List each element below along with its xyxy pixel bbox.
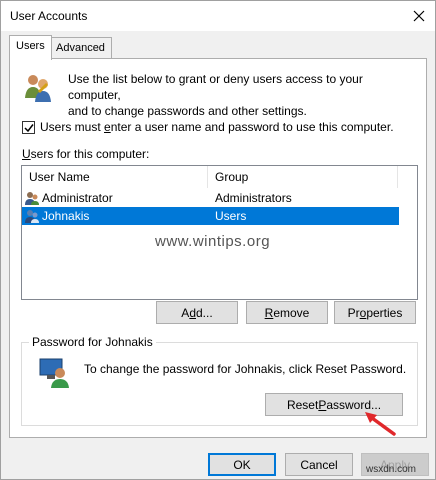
- ok-button[interactable]: OK: [208, 453, 276, 476]
- intro-line-2: and to change passwords and other settin…: [68, 104, 307, 118]
- password-instructions: To change the password for Johnakis, cli…: [84, 362, 407, 376]
- btn-label-accel: P: [318, 397, 327, 412]
- btn-label-accel: R: [264, 305, 274, 320]
- btn-label-part: Pr: [347, 305, 360, 320]
- user-name-cell: Administrator: [42, 191, 113, 205]
- table-row[interactable]: Johnakis Users: [22, 207, 399, 225]
- btn-label-accel: o: [359, 305, 367, 320]
- corner-watermark: wsxdn.com: [366, 464, 417, 475]
- watermark-text: www.wintips.org: [155, 233, 271, 250]
- user-password-icon: [39, 358, 69, 388]
- list-label-accel: U: [22, 147, 31, 161]
- users-tab-panel: Use the list below to grant or deny user…: [9, 58, 427, 438]
- window-title: User Accounts: [10, 9, 88, 23]
- checkmark-icon: [23, 123, 34, 132]
- cb-label-accel: e: [104, 120, 111, 134]
- require-password-checkbox[interactable]: [22, 121, 35, 134]
- users-list-label: Users for this computer:: [22, 147, 149, 161]
- cb-label-part: Users must: [40, 120, 105, 134]
- cancel-button[interactable]: Cancel: [285, 453, 353, 476]
- btn-label-part: perties: [366, 305, 403, 320]
- properties-button[interactable]: Pr o perties: [334, 301, 416, 324]
- tab-advanced[interactable]: Advanced: [49, 37, 112, 59]
- intro-line-1: Use the list below to grant or deny user…: [68, 72, 363, 102]
- table-row[interactable]: Administrator Administrators: [22, 189, 399, 207]
- btn-label-part: A: [181, 305, 190, 320]
- group-cell: Users: [215, 209, 247, 223]
- column-header-user-name[interactable]: User Name: [22, 166, 208, 188]
- user-icon: [25, 210, 39, 223]
- intro-text: Use the list below to grant or deny user…: [68, 71, 408, 119]
- users-icon: [25, 75, 51, 102]
- btn-label-part: Reset: [286, 397, 319, 412]
- user-accounts-window: User Accounts Users Advanced Use the lis…: [0, 0, 436, 480]
- admin-user-icon: [25, 192, 39, 205]
- list-label-part: sers for this computer:: [30, 147, 150, 161]
- btn-label-part: emove: [273, 305, 310, 320]
- close-button[interactable]: [409, 6, 429, 26]
- btn-label-part: d...: [196, 305, 213, 320]
- add-user-button[interactable]: Ad d...: [156, 301, 238, 324]
- column-header-group[interactable]: Group: [208, 166, 398, 188]
- user-name-cell: Johnakis: [42, 209, 90, 223]
- title-bar: User Accounts: [1, 1, 435, 31]
- password-group-title: Password for Johnakis: [29, 335, 156, 349]
- remove-user-button[interactable]: Remove: [246, 301, 328, 324]
- red-arrow-icon: [365, 412, 396, 436]
- group-cell: Administrators: [215, 191, 292, 205]
- close-icon: [413, 10, 425, 22]
- tab-users[interactable]: Users: [9, 35, 52, 60]
- require-password-label[interactable]: Users must enter a user name and passwor…: [40, 120, 394, 134]
- cb-label-part: nter a user name and password to use thi…: [110, 120, 394, 134]
- btn-label-accel: d: [189, 305, 196, 320]
